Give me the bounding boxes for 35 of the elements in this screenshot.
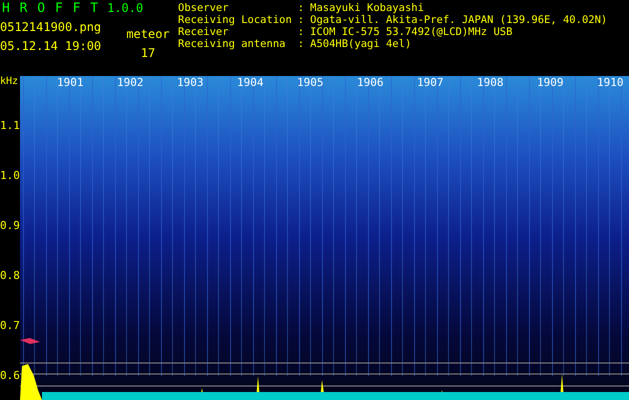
info-separator: : [298,2,304,14]
time-label: 1902 [117,76,144,89]
meteor-label: meteor [126,28,170,41]
info-value: A504HB(yagi 4el) [310,38,412,50]
info-separator: : [298,14,304,26]
info-value: ICOM IC-575 53.7492(@LCD)MHz USB [310,26,514,38]
info-label: Receiving antenna [178,38,286,50]
time-label: 1905 [297,76,324,89]
time-label: 1906 [357,76,384,89]
date-time: 05.12.14 19:00 [0,40,102,53]
info-label: Receiver [178,26,230,38]
time-label: 1909 [537,76,564,89]
time-label: 1903 [177,76,204,89]
time-label: 1907 [417,76,444,89]
meteor-count: 17 [140,47,156,60]
time-label: 1910 [597,76,624,89]
info-label: Observer [178,2,230,14]
axis-unit: kHz [0,76,20,89]
info-label: Receiving Location [178,14,292,26]
file-name: 0512141900.png [0,21,102,34]
app-version: 1.0.0 [107,2,144,15]
axis-label: 0.9 [0,220,20,232]
info-value: Ogata-vill. Akita-Pref. JAPAN (139.96E, 40.02N) [310,14,608,26]
time-label: 1901 [57,76,84,89]
info-separator: : [298,38,304,50]
time-label: 1908 [477,76,504,89]
axis-label: 0.8 [0,270,20,282]
app-title: H R O F F T [2,2,100,15]
axis-label: 1.1 [0,120,20,132]
axis-label: 0.6 [0,370,20,382]
info-value: Masayuki Kobayashi [310,2,425,14]
info-separator: : [298,26,304,38]
axis-label: 1.0 [0,170,20,182]
axis-label: 0.7 [0,320,20,332]
time-label: 1904 [237,76,264,89]
